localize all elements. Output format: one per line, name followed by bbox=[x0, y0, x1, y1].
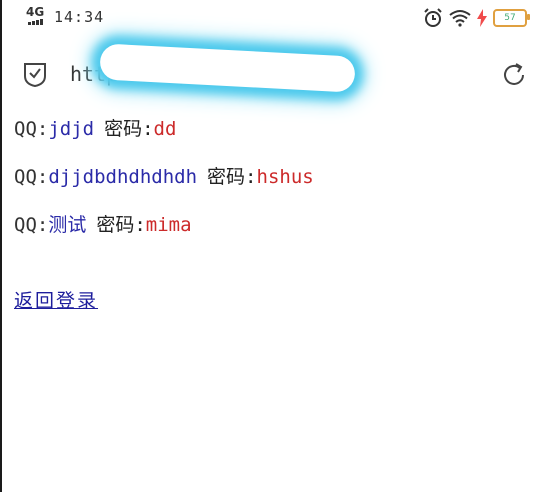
list-item: QQ:jdjd 密码:dd bbox=[14, 116, 534, 142]
network-type: 4G bbox=[26, 5, 45, 19]
charging-icon bbox=[477, 9, 487, 27]
battery-level: 57 bbox=[504, 13, 516, 23]
credential-list: QQ:jdjd 密码:dd QQ:djjdbdhdhdhdh 密码:hshus QQ… bbox=[14, 116, 534, 260]
qq-label: QQ: bbox=[14, 166, 49, 188]
back-to-login-link[interactable]: 返回登录 bbox=[14, 286, 98, 313]
password-value: dd bbox=[153, 118, 177, 140]
clock-time: 14:34 bbox=[54, 8, 105, 26]
battery-icon: 57 bbox=[493, 9, 530, 27]
shield-check-icon[interactable] bbox=[22, 60, 48, 88]
password-label: 密码: bbox=[207, 166, 257, 188]
alarm-icon bbox=[424, 8, 442, 27]
wifi-icon bbox=[449, 10, 471, 27]
password-label: 密码: bbox=[104, 118, 154, 140]
qq-value: djjdbdhdhdhdh bbox=[48, 166, 198, 188]
qq-value: jdjd bbox=[48, 118, 95, 140]
refresh-icon[interactable] bbox=[501, 62, 527, 88]
qq-label: QQ: bbox=[14, 214, 49, 236]
signal-icon bbox=[28, 19, 43, 25]
password-value: hshus bbox=[256, 166, 314, 188]
list-item: QQ:djjdbdhdhdhdh 密码:hshus bbox=[14, 164, 534, 190]
password-label: 密码: bbox=[96, 214, 146, 236]
list-item: QQ:测试 密码:mima bbox=[14, 212, 534, 238]
password-value: mima bbox=[145, 214, 192, 236]
qq-value: 测试 bbox=[48, 214, 87, 236]
status-bar: 4G 14:34 57 bbox=[0, 0, 547, 38]
qq-label: QQ: bbox=[14, 118, 49, 140]
status-icons: 57 bbox=[423, 6, 530, 30]
address-bar: https:// php bbox=[0, 40, 547, 110]
